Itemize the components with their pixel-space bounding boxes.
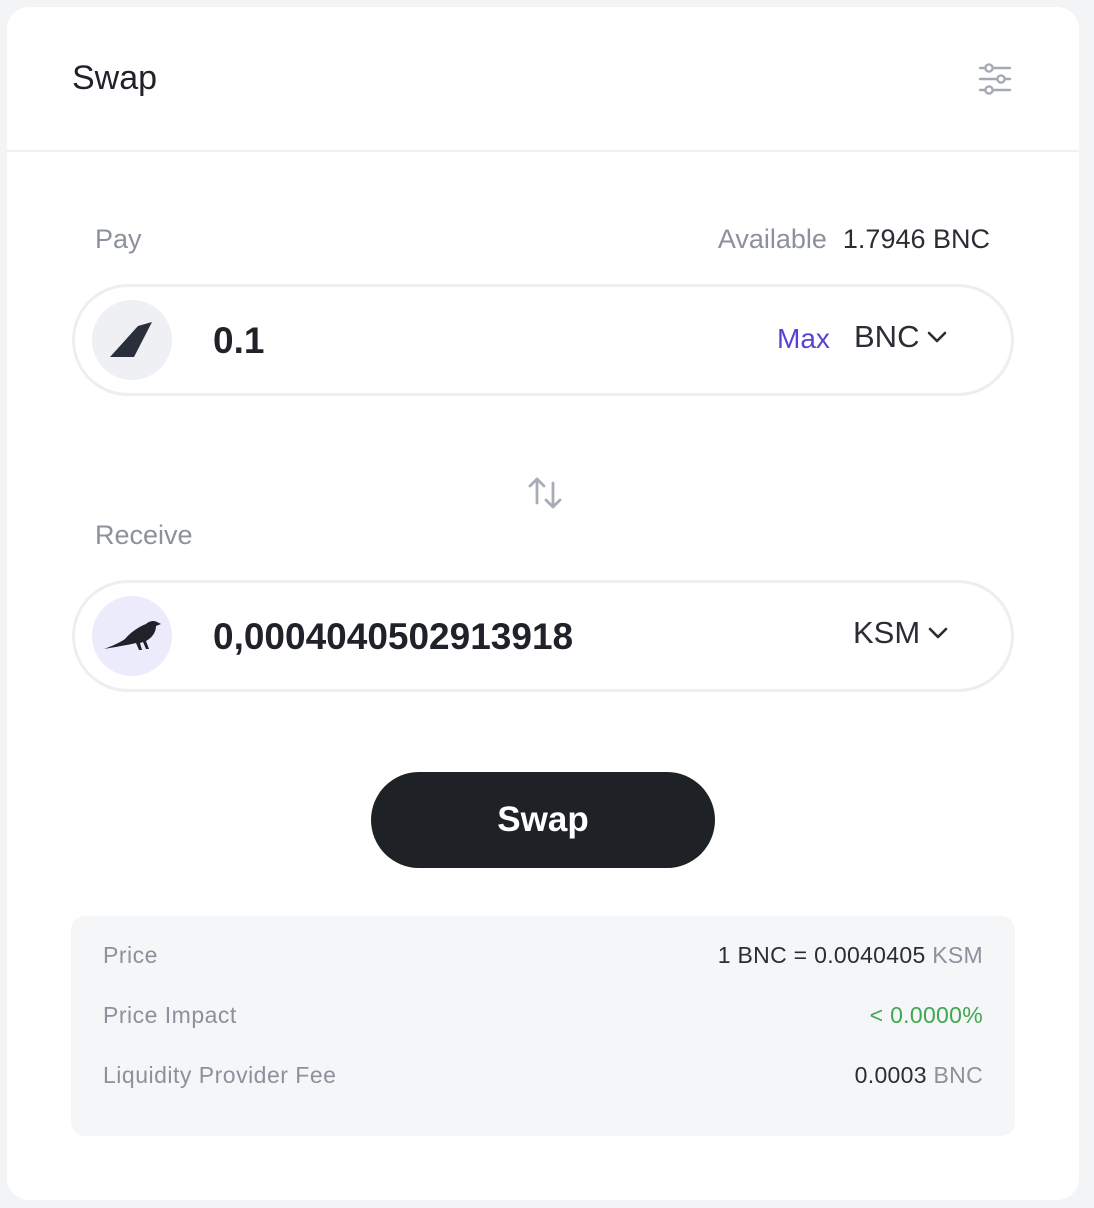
swap-details-panel: Price 1 BNC = 0.0040405 KSM Price Impact… xyxy=(71,916,1015,1136)
kusama-bird-icon xyxy=(104,620,161,650)
price-number: 0.0040405 xyxy=(814,942,926,968)
price-impact-label: Price Impact xyxy=(103,1002,237,1028)
max-button[interactable]: Max xyxy=(777,323,830,355)
card-header: Swap xyxy=(7,7,1079,152)
price-value: 1 BNC = 0.0040405 KSM xyxy=(718,942,983,969)
receive-token-select[interactable]: KSM xyxy=(853,615,948,651)
lp-fee-number: 0.0003 xyxy=(854,1062,927,1088)
pay-label: Pay xyxy=(95,224,142,254)
chevron-down-icon xyxy=(928,331,947,343)
pay-amount-input[interactable] xyxy=(213,315,773,367)
pay-token-box: Max BNC xyxy=(72,284,1014,396)
receive-token-box: KSM xyxy=(72,580,1014,692)
swap-button[interactable]: Swap xyxy=(371,772,715,868)
sliders-icon xyxy=(978,63,1012,95)
price-impact-row: Price Impact < 0.0000% xyxy=(103,1002,983,1029)
available-label: Available xyxy=(717,224,827,254)
chevron-down-icon xyxy=(928,627,948,639)
price-unit: KSM xyxy=(932,942,983,968)
switch-direction-button[interactable] xyxy=(525,473,565,513)
price-prefix: 1 BNC = xyxy=(717,942,815,968)
pay-token-select[interactable]: BNC xyxy=(854,319,947,355)
receive-token-symbol: KSM xyxy=(853,615,921,650)
bnc-token-avatar xyxy=(92,300,172,380)
available-balance: Available 1.7946 BNC xyxy=(718,224,990,255)
bifrost-logo-icon xyxy=(110,322,152,357)
lp-fee-value: 0.0003 BNC xyxy=(855,1062,983,1089)
settings-button[interactable] xyxy=(975,59,1015,99)
ksm-token-avatar xyxy=(92,596,172,676)
price-impact-value: < 0.0000% xyxy=(869,1002,983,1028)
swap-arrows-icon xyxy=(528,477,562,509)
lp-fee-unit: BNC xyxy=(933,1062,983,1088)
price-label: Price xyxy=(103,942,158,968)
page-title: Swap xyxy=(72,59,158,97)
price-row: Price 1 BNC = 0.0040405 KSM xyxy=(103,942,983,969)
swap-card: Swap Pay Available 1.7946 BNC 0.1 Max BN… xyxy=(7,7,1079,1200)
available-value: 1.7946 BNC xyxy=(842,224,990,254)
lp-fee-row: Liquidity Provider Fee 0.0003 BNC xyxy=(103,1062,983,1089)
receive-label: Receive xyxy=(95,520,193,550)
lp-fee-label: Liquidity Provider Fee xyxy=(103,1062,337,1088)
pay-token-symbol: BNC xyxy=(854,319,920,354)
receive-amount-input[interactable] xyxy=(213,611,773,663)
